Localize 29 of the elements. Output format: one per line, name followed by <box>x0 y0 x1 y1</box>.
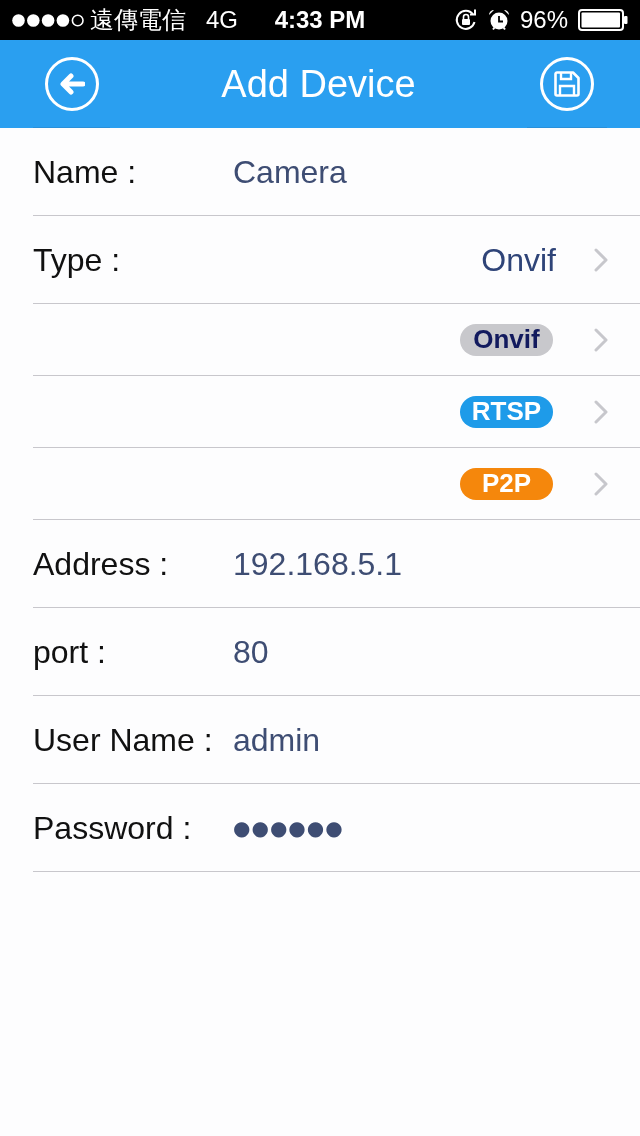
password-field[interactable]: ●●●●●● <box>233 812 344 843</box>
field-label: Type : <box>33 240 122 280</box>
type-value[interactable]: Onvif <box>481 235 556 284</box>
network-type: 4G <box>206 5 238 35</box>
battery-icon <box>578 9 628 31</box>
chevron-right-icon <box>594 399 608 424</box>
input-field[interactable]: 192.168.5.1 <box>233 539 403 588</box>
back-button[interactable] <box>44 56 99 111</box>
protocol-tag[interactable]: Onvif <box>460 323 553 356</box>
chevron-right-icon <box>594 327 608 352</box>
input-field[interactable]: Camera <box>233 147 347 196</box>
field-label: Address : <box>33 544 170 584</box>
carrier-name: 遠傳電信 <box>90 5 186 35</box>
chevron-right-icon <box>594 247 608 272</box>
alarm-clock-icon <box>487 9 510 31</box>
field-label: Name : <box>33 152 138 192</box>
clock-time: 4:33 PM <box>274 5 366 35</box>
page-title: Add Device <box>221 61 416 107</box>
signal-strength-icon <box>12 13 84 27</box>
field-label: User Name : <box>33 720 214 760</box>
battery-percentage: 96% <box>519 5 568 35</box>
input-field[interactable]: admin <box>233 715 321 764</box>
field-label: port : <box>33 632 107 672</box>
save-button[interactable] <box>540 56 594 111</box>
input-field[interactable]: 80 <box>233 627 269 676</box>
rotation-lock-icon <box>453 8 478 32</box>
arrow-left-icon <box>58 72 85 95</box>
chevron-right-icon <box>594 471 608 496</box>
field-label: Password : <box>33 808 193 848</box>
